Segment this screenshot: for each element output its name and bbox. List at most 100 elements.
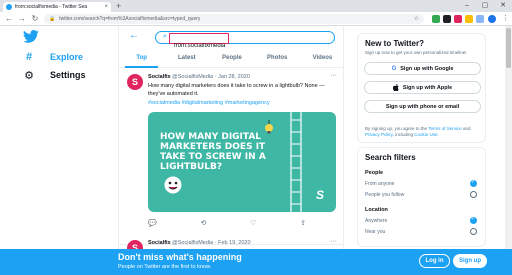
page-scrollbar[interactable] <box>505 26 512 249</box>
privacy-policy-link[interactable]: Privacy Policy <box>365 132 393 137</box>
like-icon[interactable]: ♡ <box>250 219 256 227</box>
terms-mid: and <box>461 126 471 131</box>
share-icon[interactable]: ⇪ <box>300 219 306 227</box>
terms-of-service-link[interactable]: Terms of Service <box>428 126 462 131</box>
address-bar[interactable]: 🔒 twitter.com/search?q=from%3Asocialfixm… <box>44 14 424 24</box>
tweet[interactable]: S Socialfix @SocialfixMedia · Jan 28, 20… <box>119 70 343 245</box>
twitter-bird-icon[interactable] <box>23 30 39 43</box>
apple-icon <box>392 84 399 91</box>
address-url: twitter.com/search?q=from%3Asocialfixmed… <box>59 16 201 22</box>
radio-selected-icon[interactable] <box>470 179 477 187</box>
filter-option-label: People you follow <box>365 192 405 198</box>
signup-banner: Don't miss what's happening People on Tw… <box>0 249 512 275</box>
tweet-meta: @SocialfixMedia · Jan 28, 2020 <box>172 74 250 80</box>
back-arrow-icon[interactable]: ← <box>129 30 139 41</box>
new-tab-button[interactable]: + <box>116 1 121 11</box>
sidebar-item-label: Settings <box>50 70 86 80</box>
terms-prefix: By signing up, you agree to the <box>365 126 429 131</box>
extension-icon[interactable] <box>432 15 440 23</box>
tweet-hashtags[interactable]: #socialmedia #digitalmarketing #marketin… <box>148 100 270 106</box>
extension-icon[interactable] <box>465 15 473 23</box>
signup-apple-button[interactable]: Sign up with Apple <box>364 81 481 94</box>
browser-toolbar: ← → ↻ 🔒 twitter.com/search?q=from%3Asoci… <box>0 12 512 26</box>
search-filters-panel: Search filters People From anyone People… <box>357 147 486 247</box>
button-label: Sign up with Apple <box>402 84 453 91</box>
banner-heading: Don't miss what's happening <box>118 252 242 262</box>
filter-option-anywhere[interactable]: Anywhere <box>365 216 481 224</box>
retweet-icon[interactable]: ⟲ <box>200 219 206 227</box>
tweet-header: Socialfix @SocialfixMedia · Jan 28, 2020 <box>148 74 250 80</box>
search-filters-title: Search filters <box>365 153 416 162</box>
extension-icon[interactable] <box>476 15 484 23</box>
search-tabs: Top Latest People Photos Videos <box>119 50 343 68</box>
avatar[interactable]: S <box>127 74 143 90</box>
radio-unselected-icon[interactable] <box>470 228 477 235</box>
radio-selected-icon[interactable] <box>470 216 477 224</box>
profile-avatar[interactable] <box>488 15 496 23</box>
filter-option-label: Anywhere <box>365 218 388 224</box>
more-options-icon[interactable]: ··· <box>330 72 337 79</box>
forward-arrow-icon[interactable]: → <box>17 14 27 24</box>
sidebar-item-explore[interactable]: # Explore <box>22 49 83 65</box>
search-icon: ⌕ <box>163 33 167 40</box>
terms-text: By signing up, you agree to the Terms of… <box>365 126 481 138</box>
tab-top[interactable]: Top <box>119 50 164 68</box>
gear-icon: ⚙ <box>24 69 34 82</box>
extension-icon[interactable] <box>443 15 451 23</box>
image-headline: How many digital marketers does it take … <box>160 132 266 172</box>
filter-option-label: Near you <box>365 229 386 235</box>
more-options-icon[interactable]: ··· <box>330 238 337 245</box>
signup-button[interactable]: Sign up <box>453 254 487 268</box>
tweet-meta: @SocialfixMedia · Feb 19, 2020 <box>172 240 251 246</box>
radio-unselected-icon[interactable] <box>470 191 477 198</box>
signup-panel-subtitle: Sign up now to get your own personalized… <box>365 50 467 55</box>
back-arrow-icon[interactable]: ← <box>4 14 14 24</box>
scrollbar-thumb[interactable] <box>506 28 511 68</box>
reload-icon[interactable]: ↻ <box>30 14 40 24</box>
login-button[interactable]: Log in <box>419 254 450 268</box>
signup-phone-email-button[interactable]: Sign up with phone or email <box>364 100 481 113</box>
bookmark-star-icon[interactable]: ☆ <box>414 15 419 22</box>
search-box[interactable]: ⌕ <box>155 31 335 51</box>
banner-subtext: People on Twitter are the first to know. <box>118 264 212 270</box>
extension-icon[interactable] <box>454 15 462 23</box>
tab-videos[interactable]: Videos <box>300 50 343 67</box>
search-results-column: ← ⌕ Top Latest People Photos Videos S So… <box>118 26 344 275</box>
cookie-use-link[interactable]: Cookie Use <box>414 132 437 137</box>
tab-people[interactable]: People <box>209 50 254 67</box>
lock-icon: 🔒 <box>49 16 56 22</box>
twitter-favicon-icon <box>6 4 12 10</box>
tab-close-icon[interactable]: × <box>104 4 108 10</box>
signup-panel: New to Twitter? Sign up now to get your … <box>357 33 486 143</box>
filter-option-from-anyone[interactable]: From anyone <box>365 179 481 187</box>
maximize-button[interactable]: ▢ <box>476 0 494 12</box>
reply-icon[interactable]: 💬 <box>148 219 157 227</box>
filter-option-near-you[interactable]: Near you <box>365 228 481 235</box>
button-label: Sign up with Google <box>400 65 454 72</box>
signup-google-button[interactable]: G Sign up with Google <box>364 62 481 75</box>
socialfix-logo: S <box>316 188 325 202</box>
tweet-image[interactable]: How many digital marketers does it take … <box>148 112 336 212</box>
terms-mid2: , including <box>392 132 415 137</box>
emoji-face-icon <box>164 176 182 194</box>
lightbulb-icon <box>265 120 273 134</box>
filter-option-people-you-follow[interactable]: People you follow <box>365 191 481 198</box>
tab-title: from:socialfixmedia - Twitter Sea <box>15 4 88 10</box>
terms-end: . <box>437 132 439 137</box>
tweet-author-name[interactable]: Socialfix <box>148 74 171 80</box>
sidebar-item-settings[interactable]: ⚙ Settings <box>22 67 86 83</box>
minimize-button[interactable]: – <box>458 0 476 12</box>
tab-latest[interactable]: Latest <box>164 50 209 67</box>
google-icon: G <box>391 65 397 72</box>
hashtag-icon: # <box>25 51 33 63</box>
browser-menu-icon[interactable]: ⋮ <box>502 14 509 24</box>
browser-tab[interactable]: from:socialfixmedia - Twitter Sea × <box>3 2 111 12</box>
browser-tab-bar: from:socialfixmedia - Twitter Sea × + – … <box>0 0 512 12</box>
tweet-text: How many digital marketers does it take … <box>148 83 325 97</box>
filter-option-label: From anyone <box>365 181 395 187</box>
filter-section-location: Location <box>365 207 388 213</box>
button-label: Sign up with phone or email <box>385 103 460 110</box>
close-window-button[interactable]: ✕ <box>494 0 512 12</box>
tab-photos[interactable]: Photos <box>255 50 300 67</box>
tweet-author-name[interactable]: Socialfix <box>148 240 171 246</box>
